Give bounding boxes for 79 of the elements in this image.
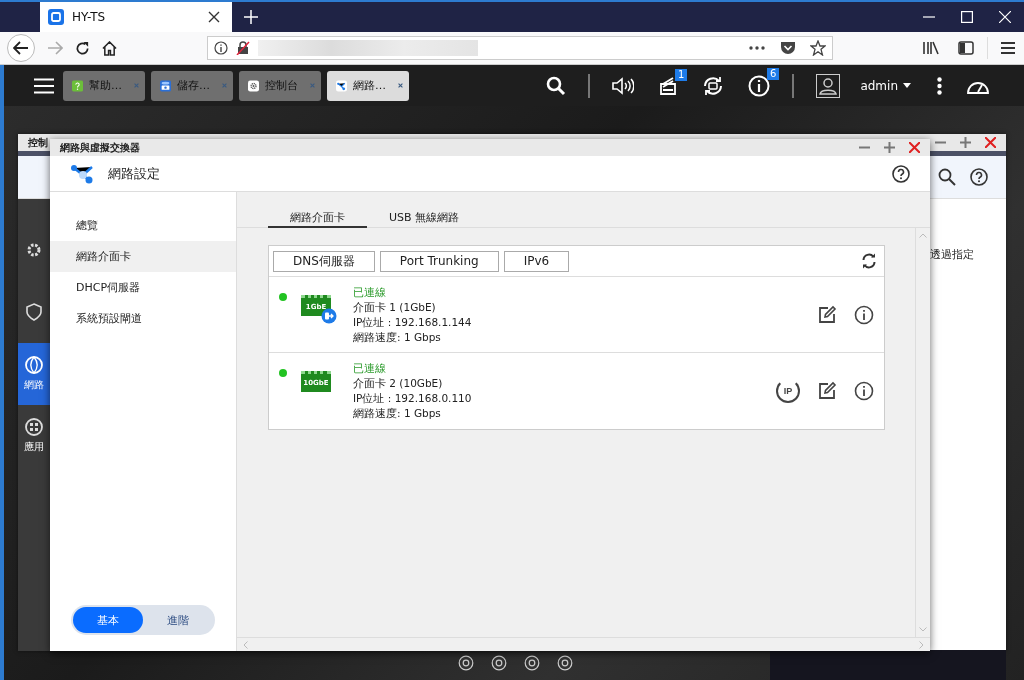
help-icon[interactable] <box>892 164 910 183</box>
tasks-icon[interactable] <box>658 75 679 96</box>
tab-title: HY-TS <box>72 10 106 24</box>
back-button[interactable] <box>7 34 35 62</box>
caret-icon <box>903 83 911 88</box>
help-icon[interactable] <box>970 168 988 186</box>
library-icon[interactable] <box>922 41 940 55</box>
nav-item[interactable]: DHCP伺服器 <box>50 272 236 303</box>
toolbar-button[interactable]: Port Trunking <box>379 250 499 272</box>
lock-crossed-icon[interactable] <box>236 41 250 55</box>
app-tab[interactable]: 網路… <box>327 70 409 101</box>
dock-icon[interactable] <box>557 655 573 671</box>
globe-icon <box>25 356 43 374</box>
adapter-name: 介面卡 1 (1GbE) <box>353 299 437 315</box>
speaker-icon[interactable] <box>612 76 635 95</box>
toolbar-button[interactable]: IPv6 <box>503 250 570 272</box>
pocket-icon[interactable] <box>780 41 796 55</box>
home-icon[interactable] <box>102 40 117 56</box>
adapter-name: 介面卡 2 (10GbE) <box>353 376 444 391</box>
app-tab[interactable]: 控制台 <box>239 70 321 101</box>
edit-icon[interactable] <box>817 304 837 325</box>
sidebar-item[interactable]: 應用 <box>18 405 50 467</box>
dock-icon[interactable] <box>491 655 507 671</box>
search-icon[interactable] <box>938 168 956 186</box>
user-menu[interactable]: admin <box>860 78 911 93</box>
search-icon[interactable] <box>546 75 567 96</box>
sync-icon[interactable] <box>702 74 725 97</box>
user-icon[interactable] <box>816 73 841 98</box>
ip-address: IP位址 : 192.168.1.144 <box>353 314 472 330</box>
nav-item[interactable]: 總覽 <box>50 210 236 241</box>
toolbar-button[interactable]: DNS伺服器 <box>273 250 375 272</box>
nav-item[interactable]: 網路介面卡 <box>50 241 236 272</box>
refresh-icon[interactable] <box>861 253 877 269</box>
mode-option[interactable]: 基本 <box>73 607 143 633</box>
link-speed: 網路速度: 1 Gbps <box>353 406 442 421</box>
link-speed: 網路速度: 1 Gbps <box>353 329 442 345</box>
tab-label: 控制台 <box>265 78 299 93</box>
page-title: 網路設定 <box>108 164 160 183</box>
edit-icon[interactable] <box>817 381 837 401</box>
info-icon[interactable] <box>854 381 874 401</box>
info-icon[interactable] <box>854 304 874 325</box>
plug-badge-icon <box>321 308 337 324</box>
ip-address: IP位址 : 192.168.0.110 <box>353 391 472 406</box>
star-icon[interactable] <box>810 40 826 56</box>
tab-label: 儲存… <box>177 78 211 93</box>
more-icon[interactable] <box>748 45 766 51</box>
count-badge: 6 <box>767 67 780 80</box>
count-badge: 1 <box>675 68 688 81</box>
tab-label: 網路… <box>353 78 387 93</box>
mode-option[interactable]: 進階 <box>143 607 213 633</box>
dock-icon[interactable] <box>524 655 540 671</box>
shield-icon <box>25 303 43 321</box>
sidebar-icon[interactable] <box>958 41 974 55</box>
close-icon[interactable] <box>208 11 220 23</box>
kebab-icon[interactable] <box>937 76 942 95</box>
menu-icon[interactable] <box>1001 42 1015 54</box>
app-tab[interactable]: 儲存… <box>151 70 233 101</box>
grid-icon <box>25 418 43 436</box>
browser-tab[interactable]: HY-TS <box>40 2 232 32</box>
nav-item[interactable]: 系統預設閘道 <box>50 303 236 334</box>
tab[interactable]: USB 無線網路 <box>367 210 482 228</box>
window-title: 網路與虛擬交換器 <box>60 140 140 155</box>
tab[interactable]: 網路介面卡 <box>268 210 367 228</box>
dock-icon[interactable] <box>458 655 474 671</box>
arrow-left-icon <box>13 41 29 55</box>
address-field[interactable] <box>207 36 833 60</box>
renew-ip-button[interactable]: IP <box>776 379 800 403</box>
window-title: 控制 <box>28 135 48 150</box>
status-text: 已連線 <box>353 361 387 376</box>
user-name: admin <box>860 78 898 93</box>
app-tab[interactable]: 幫助… <box>63 70 145 101</box>
sidebar-item[interactable]: 網路 <box>18 343 50 405</box>
reload-icon[interactable] <box>75 40 90 56</box>
description-text: 透過指定 <box>930 247 974 263</box>
new-tab-icon[interactable] <box>244 10 258 24</box>
tab-label: 幫助… <box>89 78 123 93</box>
app-logo-icon <box>48 9 64 25</box>
status-text: 已連線 <box>353 284 387 300</box>
info-icon[interactable] <box>214 41 228 55</box>
